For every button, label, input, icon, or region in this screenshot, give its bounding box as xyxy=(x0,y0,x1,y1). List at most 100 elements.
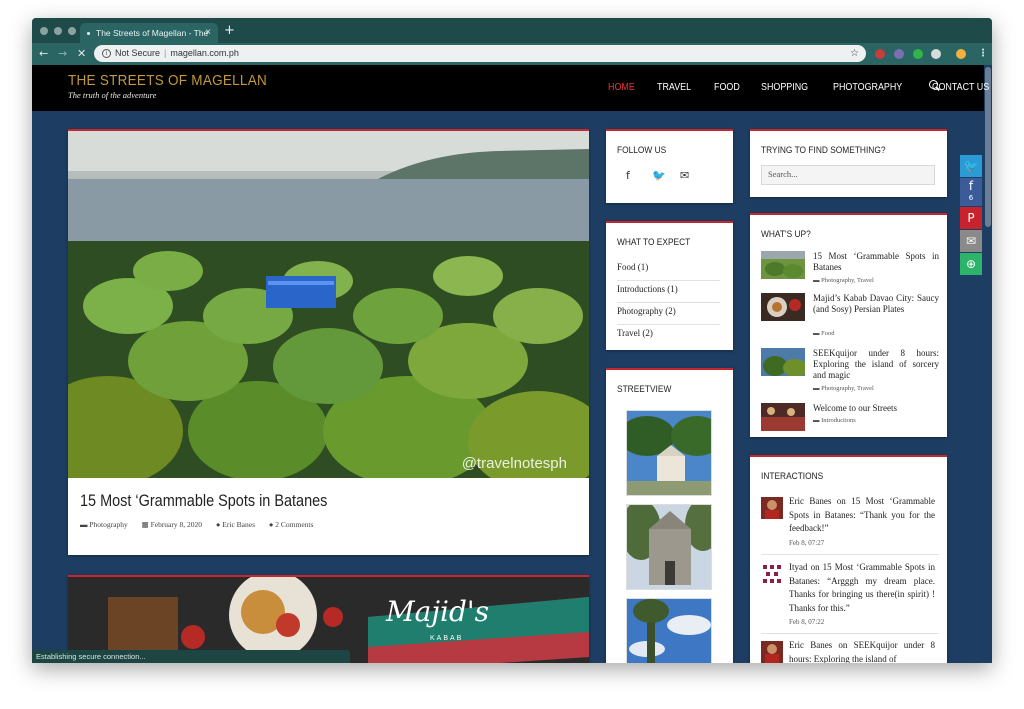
post-card: @travelnotesph 15 Most ‘Grammable Spots … xyxy=(68,129,589,555)
close-window-button[interactable] xyxy=(40,27,48,35)
pinterest-icon[interactable]: P xyxy=(960,207,982,229)
security-label: Not Secure xyxy=(115,48,161,58)
streetview-thumbnail[interactable] xyxy=(626,598,712,663)
address-bar-row: ← → ✕ i Not Secure | magellan.com.ph ☆ ⋮ xyxy=(32,43,992,65)
maximize-window-button[interactable] xyxy=(68,27,76,35)
comment-text[interactable]: Ityad on 15 Most ‘Grammable Spots in Bat… xyxy=(789,561,935,615)
clock-extension-icon[interactable] xyxy=(931,49,941,59)
green-extension-icon[interactable] xyxy=(913,49,923,59)
avatar xyxy=(761,497,783,519)
window-controls xyxy=(40,27,76,35)
comment-text[interactable]: Eric Banes on 15 Most ‘Grammable Spots i… xyxy=(789,495,935,536)
status-bar: Establishing secure connection... xyxy=(32,650,350,663)
search-widget: TRYING TO FIND SOMETHING? Search... xyxy=(750,129,947,197)
site-brand[interactable]: THE STREETS OF MAGELLAN The truth of the… xyxy=(68,72,289,100)
stop-button[interactable]: ✕ xyxy=(77,46,86,62)
post-title[interactable]: 15 Most ‘Grammable Spots in Batanes xyxy=(80,491,327,511)
facebook-icon: f xyxy=(968,179,974,193)
site-header: THE STREETS OF MAGELLAN The truth of the… xyxy=(32,65,989,111)
whats-up-widget: WHAT'S UP? 15 Most ‘Grammable Spots in B… xyxy=(750,213,947,437)
avatar xyxy=(761,641,783,663)
scrollbar[interactable] xyxy=(984,65,992,663)
post-category[interactable]: ▬ Photography xyxy=(80,520,134,529)
widget-title: FOLLOW US xyxy=(617,145,667,156)
comment-date: Feb 8, 07:27 xyxy=(789,539,825,547)
nav-food[interactable]: FOOD xyxy=(714,81,740,93)
widget-title: INTERACTIONS xyxy=(761,471,824,482)
tab-active[interactable]: The Streets of Magellan - The × xyxy=(80,23,218,43)
batanes-garden-image xyxy=(68,131,589,478)
search-icon[interactable] xyxy=(929,80,938,89)
comment-item[interactable]: Eric Banes on 15 Most ‘Grammable Spots i… xyxy=(761,495,939,555)
category-link-introductions[interactable]: Introductions (1) xyxy=(617,281,720,303)
interactions-widget: INTERACTIONS Eric Banes on 15 Most ‘Gram… xyxy=(750,455,947,663)
post-meta: ▬ Photography ▦ February 8, 2020 ● Eric … xyxy=(80,520,325,529)
streetview-thumbnail[interactable] xyxy=(626,410,712,496)
post-link[interactable]: 15 Most ‘Grammable Spots in Batanes xyxy=(813,251,939,273)
post-link[interactable]: SEEKquijor under 8 hours: Exploring the … xyxy=(813,348,939,381)
widget-title: WHAT TO EXPECT xyxy=(617,237,691,248)
post-link[interactable]: Majid’s Kabab Davao City: Saucy (and Sos… xyxy=(813,293,939,315)
follow-us-widget: FOLLOW US f 🐦 ✉ xyxy=(606,129,733,203)
facebook-icon[interactable]: f xyxy=(626,169,630,182)
tab-close-button[interactable]: × xyxy=(205,23,211,43)
list-item[interactable]: Majid’s Kabab Davao City: Saucy (and Sos… xyxy=(761,293,939,343)
widget-title: STREETVIEW xyxy=(617,384,672,395)
browser-menu-icon[interactable]: ⋮ xyxy=(978,47,988,61)
category-link-travel[interactable]: Travel (2) xyxy=(617,325,720,347)
nav-photography[interactable]: PHOTOGRAPHY xyxy=(833,81,902,93)
nav-travel[interactable]: TRAVEL xyxy=(657,81,691,93)
email-icon[interactable]: ✉ xyxy=(960,230,982,252)
bookmark-star-icon[interactable]: ☆ xyxy=(850,45,859,62)
envelope-icon[interactable]: ✉ xyxy=(680,169,689,182)
post-comments[interactable]: ● 2 Comments xyxy=(269,520,320,529)
avatar xyxy=(761,563,783,585)
page-viewport: THE STREETS OF MAGELLAN The truth of the… xyxy=(32,65,992,663)
list-item[interactable]: Welcome to our Streets ▬ Introductions xyxy=(761,403,939,433)
post-thumbnail[interactable] xyxy=(761,293,805,321)
comment-item[interactable]: Eric Banes on SEEKquijor under 8 hours: … xyxy=(761,639,939,663)
comment-date: Feb 8, 07:22 xyxy=(789,618,825,626)
list-item[interactable]: SEEKquijor under 8 hours: Exploring the … xyxy=(761,348,939,398)
post-thumbnail[interactable] xyxy=(761,251,805,279)
streetview-thumbnail[interactable] xyxy=(626,504,712,590)
nav-shopping[interactable]: SHOPPING xyxy=(761,81,808,93)
pen-extension-icon[interactable] xyxy=(894,49,904,59)
browser-window: The Streets of Magellan - The × + ← → ✕ … xyxy=(32,18,992,663)
new-tab-button[interactable]: + xyxy=(224,23,235,39)
site-title[interactable]: THE STREETS OF MAGELLAN xyxy=(68,72,267,89)
comment-text[interactable]: Eric Banes on SEEKquijor under 8 hours: … xyxy=(789,639,935,663)
adblock-extension-icon[interactable] xyxy=(875,49,885,59)
category-link-photography[interactable]: Photography (2) xyxy=(617,303,720,325)
nav-home[interactable]: HOME xyxy=(608,81,635,93)
majids-logo-text: Majid's xyxy=(386,595,489,628)
post-author[interactable]: ● Eric Banes xyxy=(216,520,261,529)
post-categories: ▬ Food xyxy=(813,330,835,337)
post-date: ▦ February 8, 2020 xyxy=(141,520,203,529)
post-thumbnail[interactable] xyxy=(761,348,805,376)
address-bar[interactable]: i Not Secure | magellan.com.ph ☆ xyxy=(94,45,866,62)
comment-item[interactable]: Ityad on 15 Most ‘Grammable Spots in Bat… xyxy=(761,561,939,634)
post-categories: ▬ Photography, Travel xyxy=(813,277,874,284)
nav-contact-us[interactable]: CONTACT US xyxy=(932,81,989,93)
search-input[interactable]: Search... xyxy=(761,165,935,185)
category-link-food[interactable]: Food (1) xyxy=(617,259,720,281)
widget-title: WHAT'S UP? xyxy=(761,229,811,240)
more-share-icon[interactable]: ⊕ xyxy=(960,253,982,275)
back-button[interactable]: ← xyxy=(39,46,48,62)
twitter-icon[interactable]: 🐦 xyxy=(960,155,982,177)
widget-title: TRYING TO FIND SOMETHING? xyxy=(761,145,886,156)
kabab-logo-text: KABAB xyxy=(430,635,464,642)
site-tagline: The truth of the adventure xyxy=(68,90,157,100)
post-link[interactable]: Welcome to our Streets xyxy=(813,403,939,414)
forward-button[interactable]: → xyxy=(58,46,67,62)
profile-avatar-icon[interactable] xyxy=(956,49,966,59)
info-icon[interactable]: i xyxy=(102,49,111,59)
list-item[interactable]: 15 Most ‘Grammable Spots in Batanes ▬ Ph… xyxy=(761,251,939,291)
facebook-share-button[interactable]: f 6 xyxy=(960,178,982,206)
post-thumbnail[interactable] xyxy=(761,403,805,431)
post-categories: ▬ Photography, Travel xyxy=(813,385,874,392)
post-featured-image[interactable]: @travelnotesph xyxy=(68,131,589,478)
minimize-window-button[interactable] xyxy=(54,27,62,35)
twitter-icon[interactable]: 🐦 xyxy=(652,169,666,182)
